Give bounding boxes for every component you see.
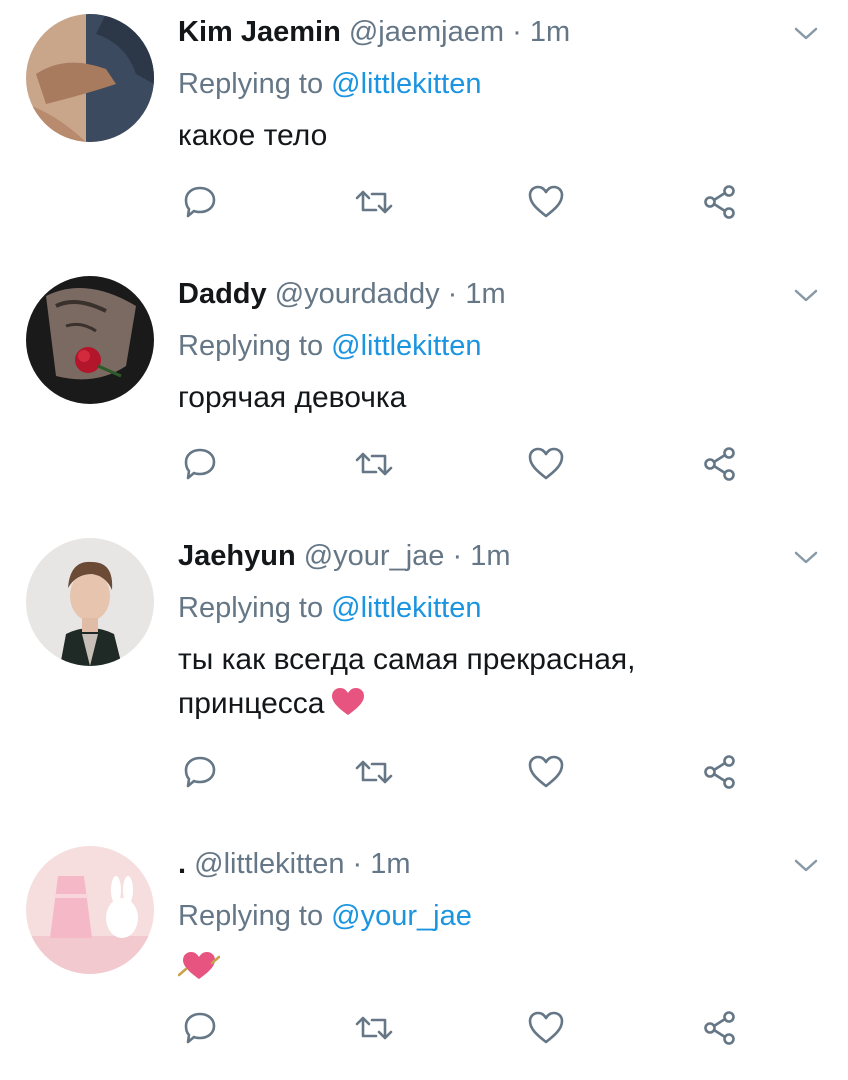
avatar[interactable]	[26, 538, 154, 666]
action-bar	[178, 444, 778, 484]
display-name[interactable]: Kim Jaemin	[178, 16, 341, 48]
share-icon	[704, 1011, 735, 1045]
tweet-header: Daddy @yourdaddy · 1m	[178, 276, 506, 312]
like-button[interactable]	[524, 752, 568, 792]
user-handle[interactable]: @your_jae	[304, 540, 445, 572]
replying-to-label: Replying to	[178, 592, 324, 624]
reply-button[interactable]	[178, 752, 222, 792]
retweet-icon	[355, 452, 393, 476]
replying-to: Replying to @littlekitten	[178, 328, 481, 364]
replying-to-label: Replying to	[178, 330, 324, 362]
share-icon	[704, 185, 735, 219]
reply-icon	[184, 1012, 216, 1044]
mention-link[interactable]: @littlekitten	[331, 68, 481, 100]
retweet-button[interactable]	[352, 1008, 396, 1048]
tweet-header: Kim Jaemin @jaemjaem · 1m	[178, 14, 570, 50]
tweet-text: ты как всегда самая прекрасная, принцесс…	[178, 638, 738, 726]
action-bar	[178, 182, 778, 222]
retweet-button[interactable]	[352, 182, 396, 222]
user-handle[interactable]: @jaemjaem	[349, 16, 504, 48]
replying-to: Replying to @littlekitten	[178, 66, 481, 102]
reply-icon	[184, 756, 216, 788]
avatar[interactable]	[26, 14, 154, 142]
timestamp[interactable]: 1m	[470, 540, 510, 572]
tweet-header: . @littlekitten · 1m	[178, 846, 411, 882]
action-bar	[178, 1008, 778, 1048]
replying-to: Replying to @your_jae	[178, 898, 472, 934]
tweet[interactable]: Kim Jaemin @jaemjaem · 1m Replying to @l…	[0, 0, 848, 260]
share-button[interactable]	[698, 1008, 742, 1048]
reply-button[interactable]	[178, 182, 222, 222]
like-button[interactable]	[524, 1008, 568, 1048]
reply-button[interactable]	[178, 1008, 222, 1048]
tweet-text	[177, 946, 798, 990]
share-icon	[704, 447, 735, 481]
tweet[interactable]: . @littlekitten · 1m Replying to @your_j…	[0, 832, 848, 1080]
reply-icon	[184, 448, 216, 480]
separator: ·	[352, 848, 363, 880]
share-button[interactable]	[698, 182, 742, 222]
timestamp[interactable]: 1m	[465, 278, 505, 310]
user-handle[interactable]: @yourdaddy	[275, 278, 440, 310]
mention-link[interactable]: @littlekitten	[331, 592, 481, 624]
tweet-text-content: какое тело	[178, 119, 328, 152]
retweet-button[interactable]	[352, 444, 396, 484]
like-icon	[528, 185, 564, 218]
display-name[interactable]: .	[178, 848, 186, 880]
timestamp[interactable]: 1m	[370, 848, 410, 880]
heart-with-arrow-emoji-icon	[177, 952, 221, 979]
separator: ·	[447, 278, 458, 310]
tweet-header: Jaehyun @your_jae · 1m	[178, 538, 511, 574]
retweet-icon	[355, 190, 393, 214]
replying-to: Replying to @littlekitten	[178, 590, 481, 626]
chevron-down-icon[interactable]	[790, 284, 822, 308]
chevron-down-icon[interactable]	[790, 854, 822, 878]
action-bar	[178, 752, 778, 792]
share-button[interactable]	[698, 752, 742, 792]
user-handle[interactable]: @littlekitten	[194, 848, 344, 880]
reply-icon	[184, 186, 216, 218]
tweet[interactable]: Daddy @yourdaddy · 1m Replying to @littl…	[0, 262, 848, 522]
separator: ·	[512, 16, 522, 48]
avatar[interactable]	[26, 846, 154, 974]
share-icon	[704, 755, 735, 789]
like-icon	[528, 755, 564, 788]
separator: ·	[452, 540, 463, 572]
retweet-icon	[355, 760, 393, 784]
tweet-text-content: горячая девочка	[178, 381, 407, 414]
chevron-down-icon[interactable]	[790, 546, 822, 570]
chevron-down-icon[interactable]	[790, 22, 822, 46]
tweet-text-content: ты как всегда самая прекрасная, принцесс…	[178, 643, 636, 720]
tweet-text: какое тело	[178, 114, 798, 158]
tweet-text: горячая девочка	[178, 376, 798, 420]
tweet[interactable]: Jaehyun @your_jae · 1m Replying to @litt…	[0, 524, 848, 830]
replying-to-label: Replying to	[178, 900, 324, 932]
mention-link[interactable]: @your_jae	[331, 900, 472, 932]
like-icon	[528, 447, 564, 480]
replying-to-label: Replying to	[178, 68, 324, 100]
retweet-icon	[355, 1016, 393, 1040]
mention-link[interactable]: @littlekitten	[331, 330, 481, 362]
like-button[interactable]	[524, 444, 568, 484]
like-icon	[528, 1011, 564, 1044]
avatar[interactable]	[26, 276, 154, 404]
timestamp[interactable]: 1m	[530, 16, 570, 48]
share-button[interactable]	[698, 444, 742, 484]
like-button[interactable]	[524, 182, 568, 222]
retweet-button[interactable]	[352, 752, 396, 792]
display-name[interactable]: Daddy	[178, 278, 267, 310]
reply-button[interactable]	[178, 444, 222, 484]
display-name[interactable]: Jaehyun	[178, 540, 296, 572]
heart-emoji-icon	[332, 688, 365, 715]
